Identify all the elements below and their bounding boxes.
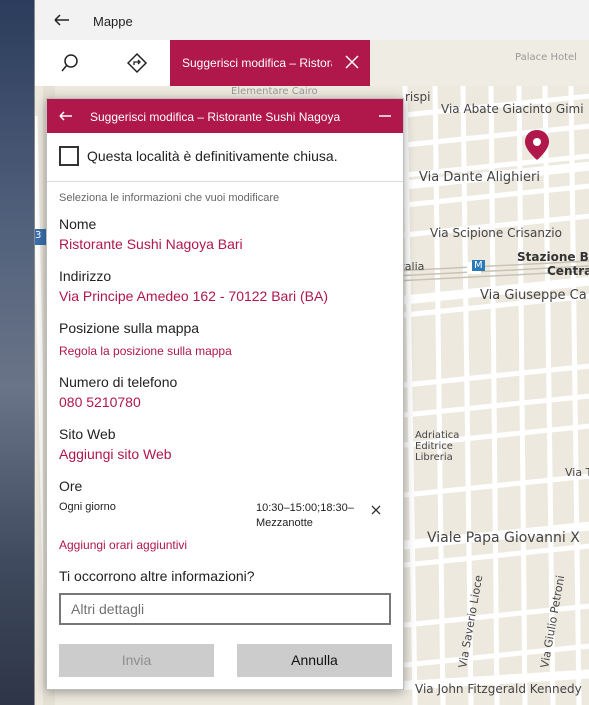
hours-time[interactable]: 10:30–15:00;18:30–Mezzanotte (256, 501, 366, 531)
divider (47, 181, 403, 182)
map-label-via-ti: Via Ti (565, 466, 589, 479)
address-field[interactable]: Via Principe Amedeo 162 - 70122 Bari (BA… (59, 288, 328, 304)
dialog-header: Suggerisci modifica – Ristorante Sushi N… (47, 99, 403, 133)
back-button[interactable] (49, 10, 73, 30)
tab-close-button[interactable] (342, 52, 362, 72)
map-label-stazione: Stazione Ba (517, 250, 589, 264)
closed-checkbox-row[interactable]: Questa località è definitivamente chiusa… (59, 145, 389, 167)
app-title: Mappe (93, 14, 133, 29)
tab-label: Suggerisci modifica – Ristorante Sushi N… (182, 56, 332, 70)
back-arrow-icon (54, 14, 69, 26)
map-label-route-number: 3 (35, 230, 42, 241)
map-label-adriatica: Adriatica Editrice Libreria (415, 430, 460, 463)
phone-label: Numero di telefono (59, 374, 178, 390)
close-icon (345, 55, 359, 69)
add-website-link[interactable]: Aggiungi sito Web (59, 446, 172, 462)
hours-label: Ore (59, 478, 83, 494)
cancel-button[interactable]: Annulla (237, 644, 392, 677)
add-hours-link[interactable]: Aggiungi orari aggiuntivi (59, 538, 187, 552)
instructions-text: Seleziona le informazioni che vuoi modif… (59, 192, 280, 204)
search-button[interactable] (55, 50, 83, 76)
phone-field[interactable]: 080 5210780 (59, 394, 141, 410)
map-label-via-abate: Via Abate Giacinto Gimi (441, 102, 584, 116)
map-label-via-dante: Via Dante Alighieri (419, 170, 540, 185)
map-label-via-scipione: Via Scipione Crisanzio (430, 226, 562, 240)
directions-button[interactable] (123, 50, 151, 76)
map-label-centrale: Centra (547, 264, 589, 278)
map-label-palace-hotel: Palace Hotel (515, 52, 577, 63)
title-bar: Mappe (35, 0, 589, 40)
minimize-icon (379, 115, 391, 117)
suggest-edit-dialog: Suggerisci modifica – Ristorante Sushi N… (46, 98, 404, 690)
details-input[interactable] (59, 593, 391, 625)
dialog-minimize-button[interactable] (375, 106, 395, 126)
search-icon (61, 54, 78, 72)
website-label: Sito Web (59, 426, 116, 442)
map-label-via-fitzgerald: Via John Fitzgerald Kennedy (415, 682, 582, 696)
address-label: Indirizzo (59, 268, 112, 284)
dialog-back-button[interactable] (55, 105, 77, 127)
tab-suggest-edit[interactable]: Suggerisci modifica – Ristorante Sushi N… (170, 40, 370, 86)
map-label-crispi: rispi (405, 90, 431, 104)
closed-checkbox-label: Questa località è definitivamente chiusa… (87, 148, 338, 164)
map-label-elementare: Elementare Cairo (231, 86, 318, 97)
hours-day: Ogni giorno (59, 501, 116, 513)
map-toolbar (35, 40, 171, 86)
name-label: Nome (59, 216, 97, 232)
closed-checkbox[interactable] (59, 146, 79, 166)
map-label-via-giuseppe: Via Giuseppe Ca (480, 288, 587, 303)
directions-icon (126, 52, 148, 74)
name-field[interactable]: Ristorante Sushi Nagoya Bari (59, 236, 243, 252)
send-button[interactable]: Invia (59, 644, 214, 677)
adjust-position-link[interactable]: Regola la posizione sulla mappa (59, 344, 232, 358)
map-position-label: Posizione sulla mappa (59, 320, 200, 336)
dialog-title: Suggerisci modifica – Ristorante Sushi N… (90, 110, 341, 124)
close-icon (371, 505, 381, 515)
desktop-wallpaper (0, 0, 34, 705)
more-info-label: Ti occorrono altre informazioni? (59, 568, 255, 584)
map-label-viale-papa: Viale Papa Giovanni X (427, 530, 580, 546)
map-label-metro: M (472, 260, 485, 271)
remove-hours-button[interactable] (369, 503, 383, 517)
back-arrow-icon (59, 111, 72, 121)
